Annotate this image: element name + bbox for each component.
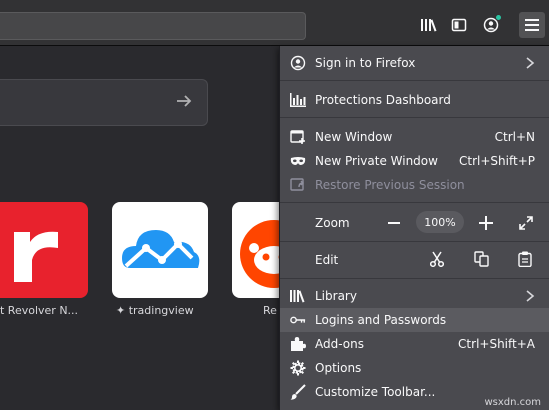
menu-separator	[280, 202, 549, 203]
arrow-right-icon[interactable]	[175, 92, 193, 114]
tile-label: t Revolver N...	[0, 304, 79, 317]
paintbrush-icon	[290, 384, 306, 400]
private-mask-icon	[290, 153, 306, 169]
menu-separator	[280, 241, 549, 242]
copy-icon[interactable]	[471, 248, 493, 270]
menu-item-label: Restore Previous Session	[315, 178, 465, 192]
menu-item-label: New Private Window	[315, 154, 438, 168]
menu-item-sign-in[interactable]: Sign in to Firefox	[280, 51, 549, 75]
tile-label-reddit: Re	[263, 304, 277, 317]
app-menu-panel: Sign in to Firefox Protections Dashboard…	[279, 46, 549, 410]
menu-item-label: Options	[315, 361, 362, 375]
menu-item-label: Sign in to Firefox	[315, 56, 416, 70]
bar-chart-icon	[290, 92, 306, 108]
menu-separator	[280, 278, 549, 279]
zoom-out-icon[interactable]	[383, 212, 405, 234]
key-icon	[290, 312, 306, 328]
fullscreen-icon[interactable]	[515, 212, 537, 234]
menu-item-protections-dashboard[interactable]: Protections Dashboard	[280, 88, 549, 112]
newtab-search-box[interactable]	[0, 79, 208, 126]
menu-item-shortcut: Ctrl+Shift+P	[459, 154, 535, 168]
restore-session-icon	[290, 177, 306, 193]
tradingview-logo-icon	[122, 230, 200, 268]
browser-toolbar	[0, 0, 549, 46]
menu-separator	[280, 80, 549, 81]
menu-item-new-window[interactable]: New Window Ctrl+N	[280, 125, 549, 149]
tile-label-tradingview: ✦ tradingview	[116, 304, 194, 317]
menu-item-logins-passwords[interactable]: Logins and Passwords	[280, 308, 549, 332]
library-icon	[290, 288, 306, 304]
zoom-in-icon[interactable]	[475, 212, 497, 234]
sidebar-icon[interactable]	[447, 12, 471, 38]
edit-label: Edit	[315, 253, 339, 267]
menu-item-label: Customize Toolbar...	[315, 385, 436, 399]
hamburger-menu-icon[interactable]	[519, 12, 545, 38]
menu-item-new-private-window[interactable]: New Private Window Ctrl+Shift+P	[280, 149, 549, 173]
menu-item-shortcut: Ctrl+N	[494, 130, 535, 144]
menu-item-restore-session[interactable]: Restore Previous Session	[280, 173, 549, 197]
menu-item-label: Logins and Passwords	[315, 313, 447, 327]
account-icon[interactable]	[479, 12, 503, 38]
library-icon[interactable]	[417, 12, 441, 38]
gear-icon	[290, 360, 306, 376]
menu-item-options[interactable]: Options	[280, 356, 549, 380]
menu-item-library[interactable]: Library	[280, 284, 549, 308]
menu-separator	[280, 117, 549, 118]
zoom-reset-button[interactable]: 100%	[416, 211, 464, 233]
edit-controls: Edit	[280, 243, 549, 276]
menu-item-label: New Window	[315, 130, 393, 144]
url-bar[interactable]	[0, 12, 306, 40]
new-window-icon	[290, 129, 306, 145]
watermark: wsxdn.com	[484, 397, 541, 408]
menu-item-shortcut: Ctrl+Shift+A	[458, 337, 535, 351]
account-icon	[290, 55, 306, 71]
notification-dot	[495, 14, 502, 21]
paste-icon[interactable]	[514, 248, 536, 270]
top-site-tile-tradingview[interactable]	[112, 202, 208, 298]
chevron-right-icon	[525, 56, 535, 73]
menu-item-label: Add-ons	[315, 337, 364, 351]
chevron-right-icon	[525, 289, 535, 306]
pin-icon: ✦	[116, 304, 126, 317]
cut-icon[interactable]	[426, 248, 448, 270]
zoom-label: Zoom	[315, 216, 350, 230]
menu-item-addons[interactable]: Add-ons Ctrl+Shift+A	[280, 332, 549, 356]
menu-item-label: Library	[315, 289, 357, 303]
zoom-controls: Zoom 100%	[280, 205, 549, 240]
puzzle-piece-icon	[290, 336, 306, 352]
menu-item-label: Protections Dashboard	[315, 93, 451, 107]
top-site-tile[interactable]	[0, 202, 88, 298]
